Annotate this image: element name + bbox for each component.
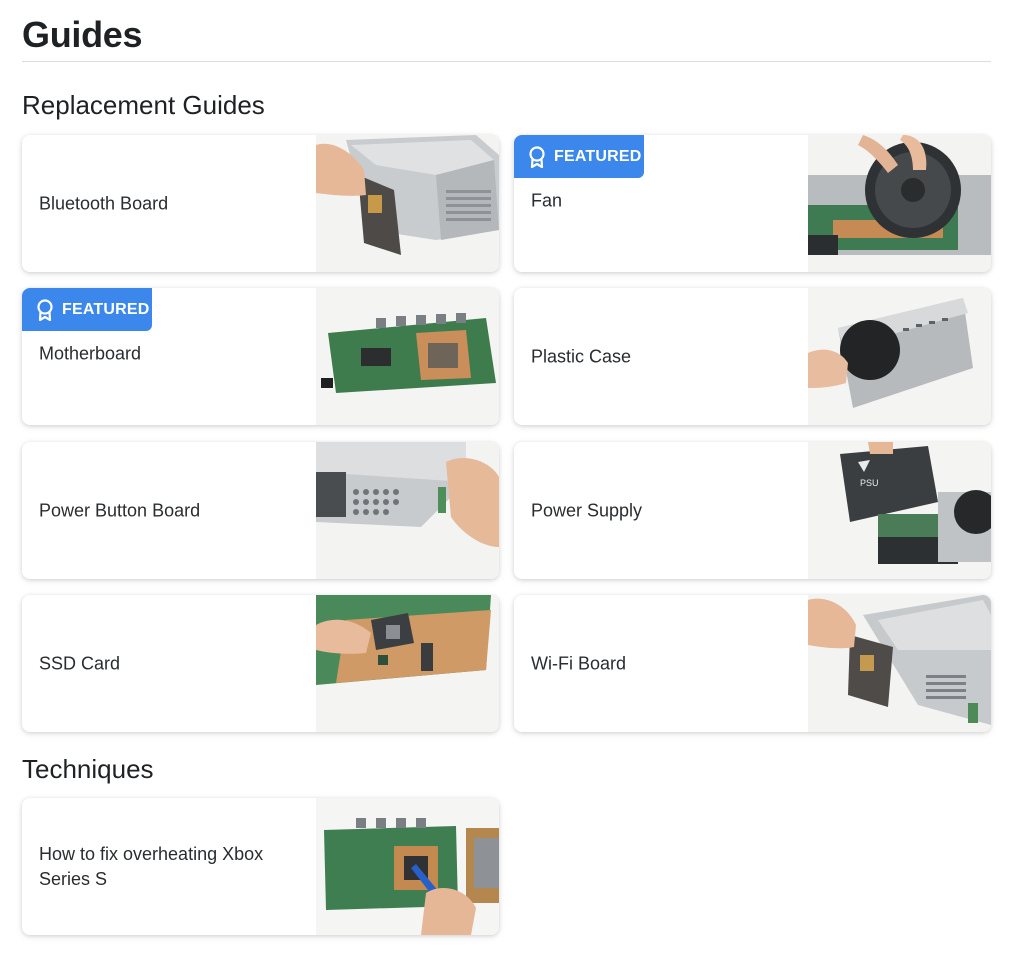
- featured-badge: FEATURED: [22, 288, 152, 331]
- guide-card-fan[interactable]: FEATURED Fan: [514, 135, 991, 272]
- overheating-fix-photo: [316, 798, 499, 935]
- guide-card-motherboard[interactable]: FEATURED Motherboard: [22, 288, 499, 425]
- section-title-techniques: Techniques: [22, 754, 154, 784]
- fan-photo: [808, 135, 991, 272]
- guide-card-label: Power Button Board: [39, 500, 201, 520]
- technique-card-overheating-fix[interactable]: How to fix overheating Xbox Series S: [22, 798, 499, 935]
- guide-card-label: Bluetooth Board: [39, 193, 169, 213]
- guide-card-label: Power Supply: [531, 500, 643, 520]
- guide-card-ssd-card[interactable]: SSD Card: [22, 595, 499, 732]
- guide-card-label: Fan: [531, 190, 563, 211]
- plastic-case-photo: [808, 288, 991, 425]
- featured-badge-text: FEATURED: [62, 300, 150, 318]
- motherboard-photo: [316, 288, 499, 425]
- featured-badge: FEATURED: [514, 135, 644, 178]
- svg-text:PSU: PSU: [860, 478, 879, 488]
- guide-card-label: Plastic Case: [531, 346, 632, 366]
- award-ribbon-icon: [528, 145, 546, 168]
- power-supply-photo: PSU: [808, 442, 991, 579]
- guide-card-power-supply[interactable]: Power Supply PSU: [514, 442, 991, 579]
- guide-card-plastic-case[interactable]: Plastic Case: [514, 288, 991, 425]
- title-divider: [22, 61, 991, 62]
- wifi-board-photo: [808, 595, 991, 732]
- page-title: Guides: [22, 14, 143, 55]
- award-ribbon-icon: [36, 298, 54, 321]
- power-button-board-photo: [316, 442, 499, 579]
- guide-card-wi-fi-board[interactable]: Wi-Fi Board: [514, 595, 991, 732]
- section-title-replacement-guides: Replacement Guides: [22, 90, 265, 120]
- guide-card-label: Motherboard: [39, 343, 142, 364]
- guide-card-label: Wi-Fi Board: [531, 653, 627, 673]
- bluetooth-board-photo: [316, 135, 499, 272]
- guide-card-label: SSD Card: [39, 653, 121, 673]
- technique-card-label: How to fix overheating Xbox Series S: [39, 843, 264, 889]
- guide-card-bluetooth-board[interactable]: Bluetooth Board: [22, 135, 499, 272]
- featured-badge-text: FEATURED: [554, 147, 642, 165]
- guide-card-power-button-board[interactable]: Power Button Board: [22, 442, 499, 579]
- ssd-card-photo: [316, 595, 499, 732]
